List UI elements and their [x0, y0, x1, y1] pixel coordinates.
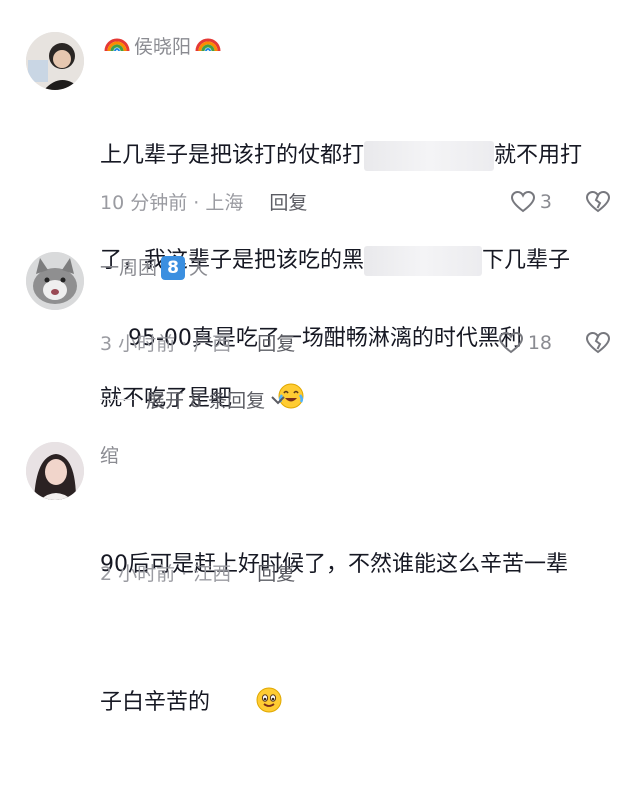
username[interactable]: 侯晓阳: [100, 33, 225, 60]
divider: [100, 399, 136, 400]
username[interactable]: 一周困 8 天: [100, 255, 208, 281]
time-location: 10 分钟前 · 上海: [100, 192, 244, 214]
heart-outline-icon: [510, 190, 535, 213]
comment-meta: 3 小时前 · 广西 回复: [100, 331, 295, 357]
comment-meta: 10 分钟前 · 上海 回复: [100, 190, 307, 216]
like-count: 3: [539, 191, 552, 213]
censor-blur: [364, 246, 483, 276]
comment-text: 90后可是赶上好时候了，不然谁能这么辛苦一辈 子白辛苦的: [100, 477, 620, 794]
avatar[interactable]: [26, 32, 84, 90]
censor-blur: [364, 141, 495, 171]
time-location: 3 小时前 · 广西: [100, 333, 232, 355]
expand-replies-label: 展开 8 条回复: [146, 390, 266, 412]
heart-outline-icon: [498, 331, 523, 354]
rainbow-icon: [104, 33, 130, 60]
expand-replies-button[interactable]: 展开 8 条回复: [100, 386, 287, 413]
chevron-down-icon: [271, 395, 285, 404]
username-text: 侯晓阳: [134, 35, 192, 58]
reply-button[interactable]: 回复: [257, 333, 295, 355]
like-button[interactable]: 3: [510, 190, 552, 214]
number-badge: 8: [161, 256, 186, 280]
broken-heart-icon: [585, 331, 611, 354]
comment-meta: 2 小时前 · 江西 回复: [100, 561, 295, 587]
broken-heart-icon: [585, 190, 611, 213]
dislike-button[interactable]: [585, 190, 611, 218]
rainbow-icon: [195, 33, 221, 60]
smiling-emoji-icon: [214, 652, 282, 724]
dislike-button[interactable]: [585, 331, 611, 359]
avatar[interactable]: [26, 252, 84, 310]
avatar[interactable]: [26, 442, 84, 500]
time-location: 2 小时前 · 江西: [100, 563, 232, 585]
username[interactable]: 绾: [100, 443, 119, 469]
reply-button[interactable]: 回复: [257, 563, 295, 585]
like-button[interactable]: 18: [498, 331, 552, 355]
reply-button[interactable]: 回复: [269, 192, 307, 214]
like-count: 18: [527, 332, 552, 354]
